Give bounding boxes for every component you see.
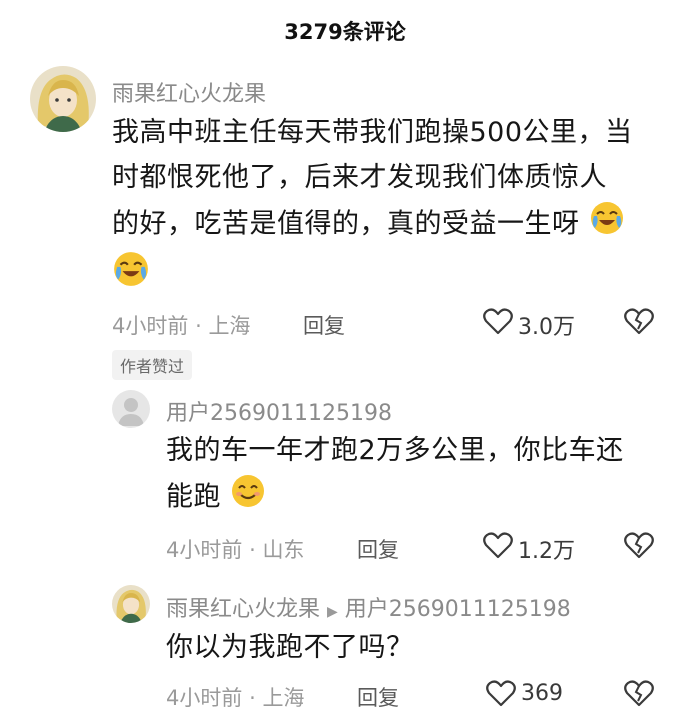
heart-outline-icon[interactable]: [483, 307, 513, 335]
reply-location: 山东: [262, 538, 305, 562]
broken-heart-icon[interactable]: [624, 679, 654, 707]
comment-text-line: 我高中班主任每天带我们跑操500公里，当: [112, 117, 633, 148]
avatar[interactable]: [112, 585, 150, 623]
reply-text-line: 我的车一年才跑2万多公里，你比车还: [166, 435, 624, 466]
triangle-right-icon: ▶: [327, 604, 338, 620]
author-liked-badge: 作者赞过: [112, 350, 193, 380]
reply-text: 你以为我跑不了吗？: [166, 625, 666, 670]
reply-username-line: 雨果红心火龙果 ▶ 用户2569011125198: [166, 591, 571, 623]
like-count: 3.0万: [518, 315, 575, 340]
crying-laughing-emoji: [589, 200, 625, 250]
comment-text: 我高中班主任每天带我们跑操500公里，当 时都恨死他了，后来才发现我们体质惊人 …: [112, 110, 672, 250]
broken-heart-icon[interactable]: [624, 531, 654, 559]
comment-location: 上海: [208, 314, 251, 338]
reply-button[interactable]: 回复: [357, 534, 399, 564]
avatar[interactable]: [30, 66, 96, 132]
reply-button[interactable]: 回复: [303, 310, 345, 340]
smiling-emoji: [230, 473, 266, 523]
reply-text-line: 你以为我跑不了吗？: [166, 632, 414, 663]
reply-meta: 4小时前 · 上海: [166, 682, 304, 712]
reply-text: 我的车一年才跑2万多公里，你比车还 能跑: [166, 428, 666, 523]
reply-time: 4小时前: [166, 686, 243, 710]
reply-time: 4小时前: [166, 538, 243, 562]
comment-username[interactable]: 雨果红心火龙果: [112, 76, 266, 108]
like-count: 1.2万: [518, 539, 575, 564]
reply-username[interactable]: 雨果红心火龙果: [166, 597, 320, 622]
comment-text-line: 时都恨死他了，后来才发现我们体质惊人: [112, 162, 607, 193]
comment-meta: 4小时前 · 上海: [112, 310, 250, 340]
separator-dot: ·: [249, 686, 256, 710]
comment-time: 4小时前: [112, 314, 189, 338]
reply-location: 上海: [262, 686, 305, 710]
reply-button[interactable]: 回复: [357, 682, 399, 712]
page-title: 3279条评论: [284, 20, 406, 44]
like-count: 369: [521, 681, 563, 706]
separator-dot: ·: [195, 314, 202, 338]
comment-text-line: 的好，吃苦是值得的，真的受益一生呀: [112, 200, 672, 250]
reply-username[interactable]: 用户2569011125198: [166, 395, 392, 427]
broken-heart-icon[interactable]: [624, 307, 654, 335]
heart-outline-icon[interactable]: [486, 679, 516, 707]
reply-meta: 4小时前 · 山东: [166, 534, 304, 564]
separator-dot: ·: [249, 538, 256, 562]
reply-text-line: 能跑: [166, 473, 666, 523]
reply-to-username[interactable]: 用户2569011125198: [345, 597, 571, 622]
avatar[interactable]: [112, 390, 150, 428]
heart-outline-icon[interactable]: [483, 531, 513, 559]
crying-laughing-emoji: [112, 250, 150, 292]
